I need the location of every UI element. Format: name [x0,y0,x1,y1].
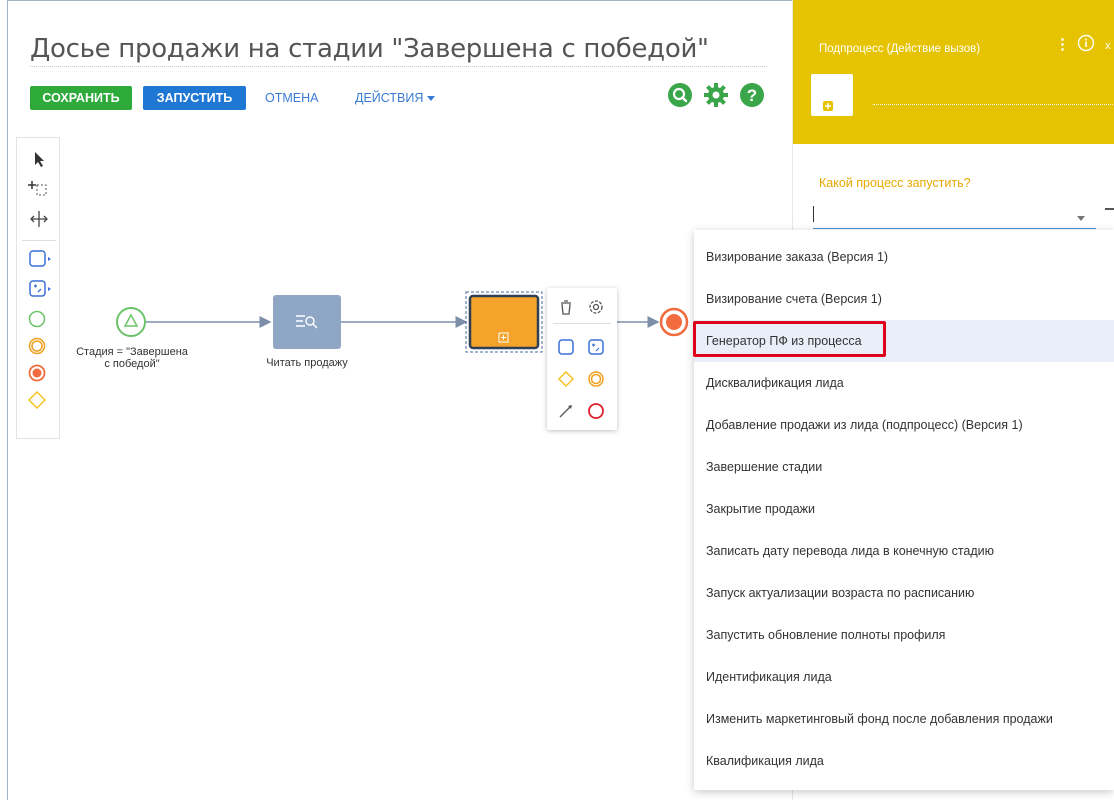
connector-icon[interactable] [555,400,577,422]
start-event-label: Стадия = "Завершена с победой" [64,346,200,370]
gateway-icon[interactable] [555,368,577,390]
clear-icon[interactable] [1105,208,1114,210]
text-cursor [813,206,814,222]
add-image-icon[interactable] [823,101,833,111]
list-item[interactable]: Изменить маркетинговый фонд после добавл… [694,698,1114,740]
subprocess-element[interactable] [465,291,543,353]
list-item[interactable]: Квалификация лида [694,740,1114,782]
list-item[interactable]: Завершение стадии [694,446,1114,488]
list-item[interactable]: Записать дату перевода лида в конечную с… [694,530,1114,572]
element-context-menu [547,288,617,430]
start-event[interactable] [116,307,146,337]
subprocess-icon[interactable] [585,336,607,358]
task-icon[interactable] [555,336,577,358]
end-event-icon[interactable] [585,400,607,422]
list-item[interactable]: Визирование заказа (Версия 1) [694,236,1114,278]
list-item[interactable]: Запустить обновление полноты профиля [694,614,1114,656]
info-icon[interactable] [1077,34,1095,52]
chevron-down-icon[interactable] [1077,216,1085,221]
list-item[interactable]: Дисквалификация лида [694,362,1114,404]
start-label-line1: Стадия = "Завершена [76,346,188,358]
close-icon[interactable]: х [1105,40,1111,52]
list-item[interactable]: Визирование счета (Версия 1) [694,278,1114,320]
process-lookup-input[interactable] [813,204,1114,229]
gear-outline-icon[interactable] [585,296,607,318]
list-item[interactable]: Идентификация лида [694,656,1114,698]
process-question-label: Какой процесс запустить? [819,176,971,190]
panel-title: Подпроцесс (Действие вызов) [819,43,981,55]
read-task-label: Читать продажу [266,357,348,369]
intermediate-event-icon[interactable] [585,368,607,390]
end-event[interactable] [659,307,689,337]
selection-highlight [693,321,886,357]
context-divider [553,323,611,324]
element-image-tile[interactable] [811,74,853,116]
read-task[interactable] [273,295,341,349]
list-item[interactable]: Добавление продажи из лида (подпроцесс) … [694,404,1114,446]
more-icon[interactable]: ⋮ [1055,35,1070,53]
list-item[interactable]: Закрытие продажи [694,488,1114,530]
start-label-line2: с победой" [104,358,160,370]
process-dropdown: Визирование заказа (Версия 1) Визировани… [694,230,1114,790]
list-item[interactable]: Запуск актуализации возраста по расписан… [694,572,1114,614]
panel-header: Подпроцесс (Действие вызов) ⋮ х [793,0,1114,144]
trash-icon[interactable] [555,296,577,318]
element-name-field[interactable] [873,104,1114,105]
diagram-canvas [116,291,689,353]
